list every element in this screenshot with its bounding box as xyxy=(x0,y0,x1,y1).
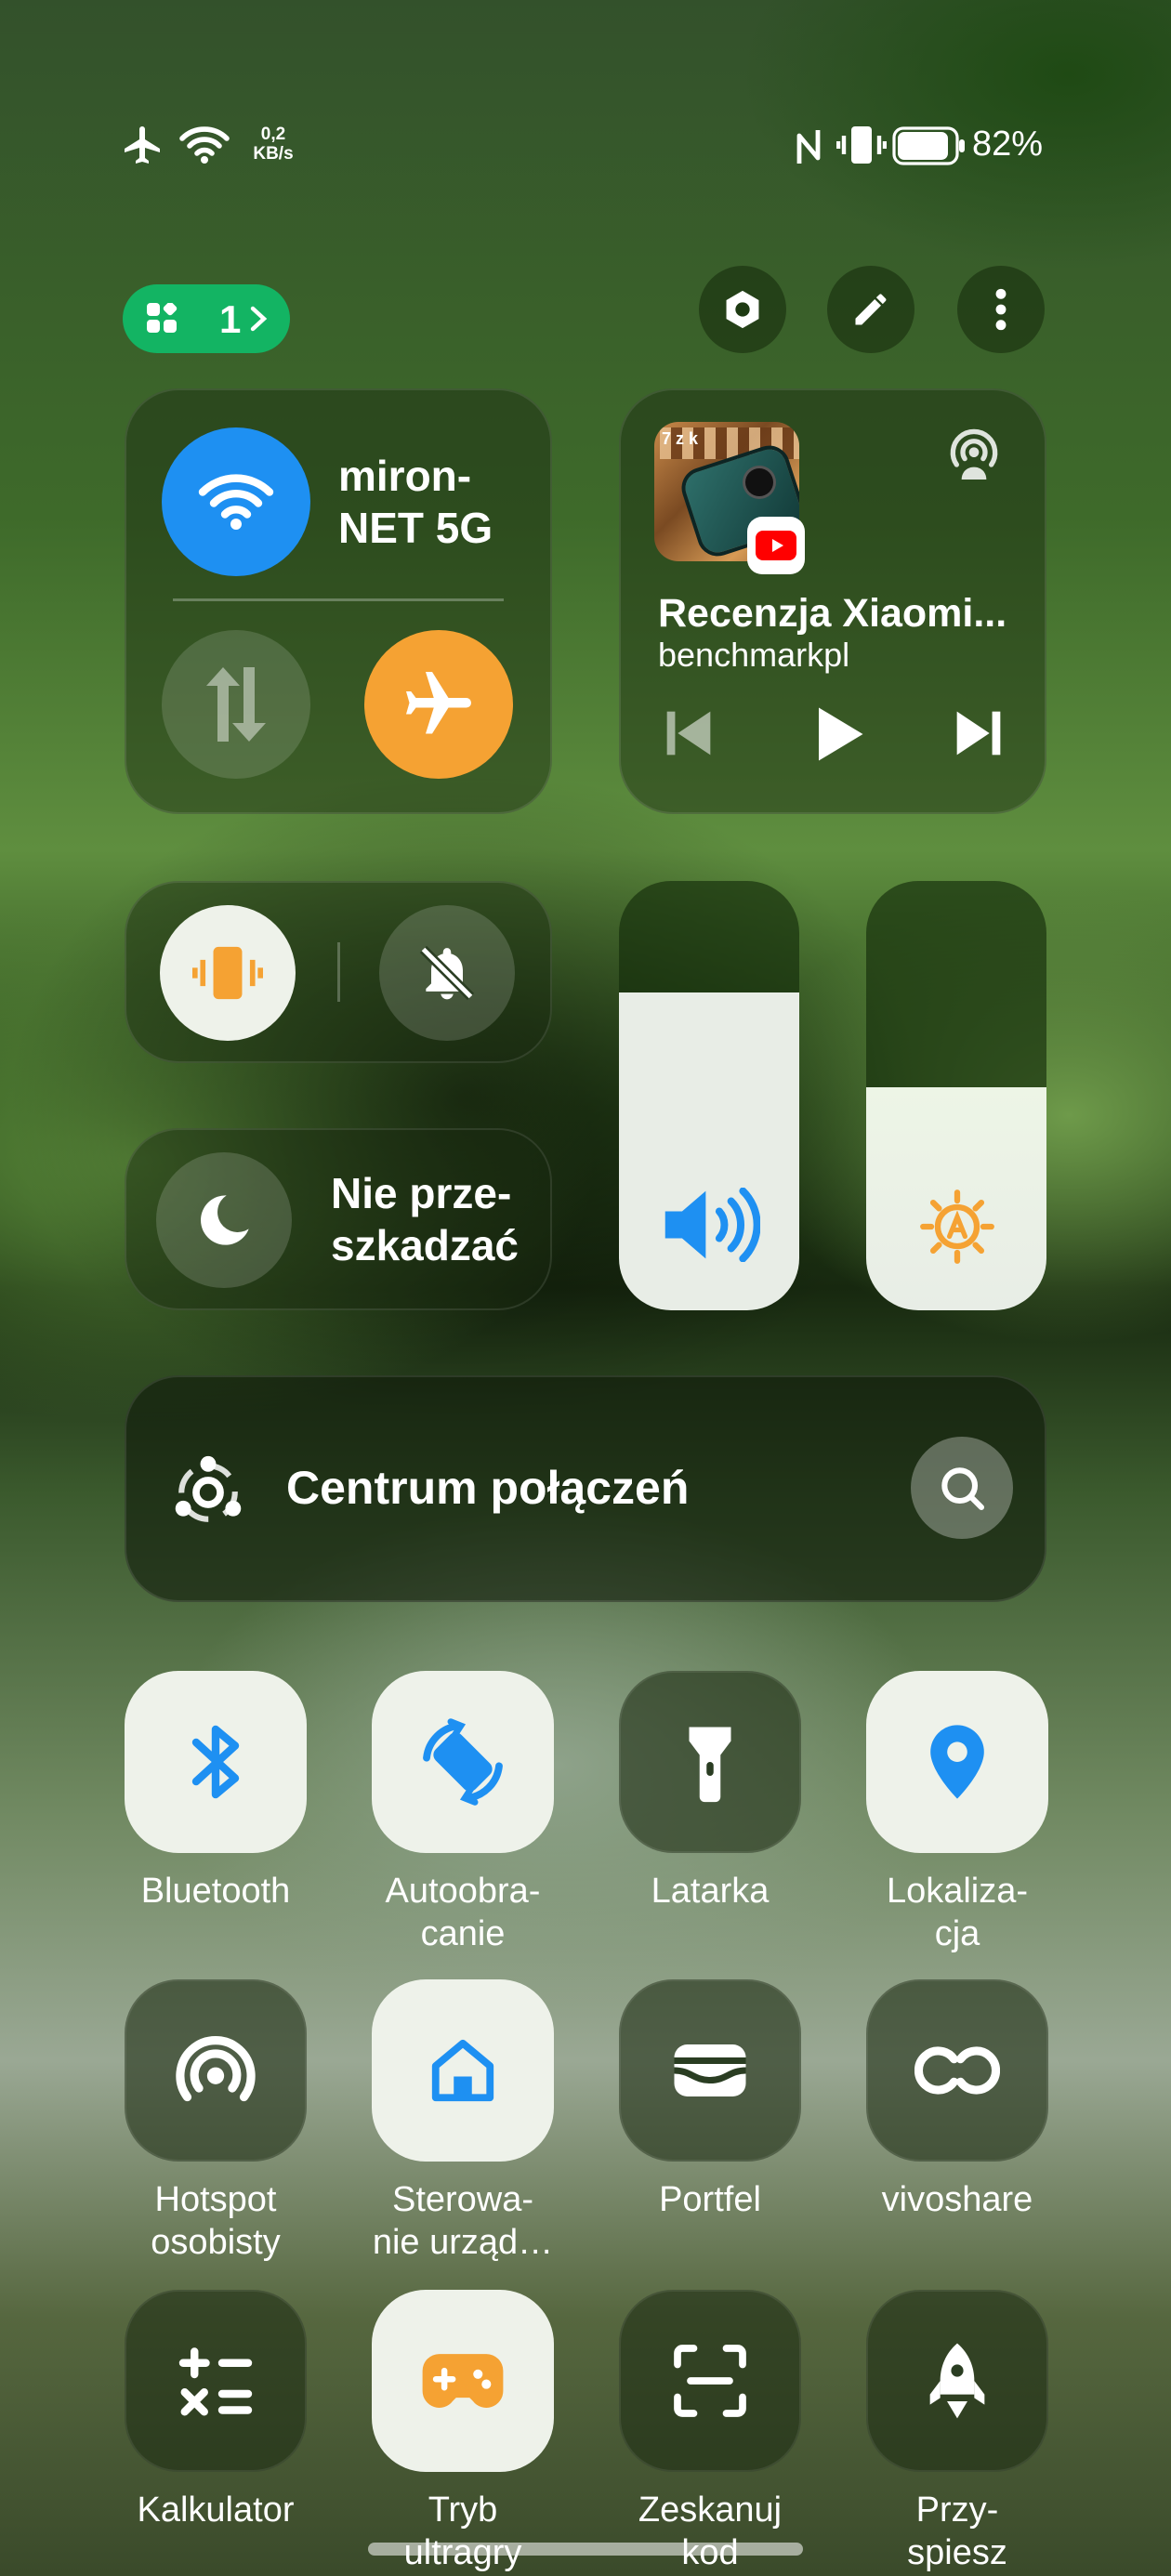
grid-icon xyxy=(147,303,178,333)
scan-code-label: Zeskanuj kod xyxy=(638,2491,783,2572)
next-button[interactable] xyxy=(946,701,1011,766)
volume-slider[interactable] xyxy=(619,881,799,1310)
bell-off-icon xyxy=(419,945,475,1001)
flashlight-tile[interactable] xyxy=(619,1671,801,1853)
bluetooth-label: Bluetooth xyxy=(140,1872,291,1911)
brightness-slider[interactable] xyxy=(866,881,1046,1310)
home-icon xyxy=(431,2039,494,2102)
media-artist: benchmarkpl xyxy=(658,636,850,674)
media-player-card: 7 z k Recenzja Xiaomi... benchmarkpl xyxy=(619,388,1046,814)
hotspot-icon xyxy=(176,2036,256,2102)
wifi-icon xyxy=(179,126,230,164)
location-label: Lokaliza- cja xyxy=(886,1872,1029,1953)
play-button[interactable] xyxy=(801,699,872,769)
wallet-tile[interactable] xyxy=(619,1979,801,2162)
calculator-label: Kalkulator xyxy=(137,2491,295,2530)
flashlight-label: Latarka xyxy=(651,1872,770,1911)
airplane-mode-toggle[interactable] xyxy=(364,630,513,779)
wifi-icon xyxy=(198,474,274,530)
wallet-icon xyxy=(674,2044,746,2096)
device-control-label: Sterowa- nie urząd… xyxy=(372,2180,554,2262)
airplane-icon xyxy=(125,126,160,164)
status-bar: 0,2 KB/s 82% xyxy=(0,112,1171,186)
mute-toggle[interactable] xyxy=(379,905,515,1041)
wallet-label: Portfel xyxy=(659,2180,761,2219)
moon-icon xyxy=(201,1195,249,1245)
more-icon xyxy=(995,288,1007,331)
hotspot-label: Hotspot osobisty xyxy=(151,2180,281,2262)
previous-button[interactable] xyxy=(656,701,721,766)
battery-percent: 82% xyxy=(972,125,1044,164)
auto-rotate-icon xyxy=(423,1718,503,1806)
cast-icon[interactable] xyxy=(944,427,1004,487)
dnd-label: Nie prze- szkadzać xyxy=(331,1169,520,1269)
auto-rotate-label: Autoobra- canie xyxy=(385,1872,541,1953)
more-options-button[interactable] xyxy=(957,266,1045,353)
youtube-icon xyxy=(756,531,796,560)
rocket-icon xyxy=(929,2343,985,2419)
vivoshare-label: vivoshare xyxy=(881,2180,1033,2219)
airplane-icon xyxy=(406,672,471,734)
game-mode-tile[interactable] xyxy=(372,2290,554,2472)
vivoshare-icon xyxy=(914,2046,1000,2095)
home-indicator[interactable] xyxy=(368,2543,803,2556)
flashlight-icon xyxy=(689,1727,731,1803)
vibrate-icon xyxy=(836,126,887,164)
sound-mode-card xyxy=(125,881,552,1063)
edit-icon xyxy=(855,294,887,325)
wifi-network-name[interactable]: miron- NET 5G xyxy=(338,450,493,554)
network-card: miron- NET 5G xyxy=(125,388,552,814)
boost-label: Przy- spiesz xyxy=(907,2491,1007,2572)
volume-icon xyxy=(664,1188,760,1262)
mobile-data-toggle[interactable] xyxy=(162,630,310,779)
search-button[interactable] xyxy=(911,1437,1013,1539)
divider xyxy=(173,598,504,601)
do-not-disturb-card[interactable]: Nie prze- szkadzać xyxy=(125,1128,552,1310)
bluetooth-icon xyxy=(191,1725,240,1799)
settings-icon xyxy=(726,290,759,329)
location-tile[interactable] xyxy=(866,1671,1048,1853)
scan-code-tile[interactable] xyxy=(619,2290,801,2472)
settings-button[interactable] xyxy=(699,266,786,353)
connection-center-bar[interactable]: Centrum połączeń xyxy=(125,1375,1046,1602)
volume-fill xyxy=(619,992,799,1310)
vibrate-toggle[interactable] xyxy=(160,905,296,1041)
dnd-toggle[interactable] xyxy=(156,1152,292,1288)
hotspot-tile[interactable] xyxy=(125,1979,307,2162)
media-title: Recenzja Xiaomi... xyxy=(658,591,1007,636)
thumbnail-caption: 7 z k xyxy=(662,429,699,448)
network-speed-unit: KB/s xyxy=(253,144,294,164)
vibrate-icon xyxy=(192,946,263,1000)
search-icon xyxy=(941,1467,985,1511)
nfc-icon xyxy=(796,130,821,164)
game-mode-label: Tryb ultragry xyxy=(404,2491,522,2572)
calculator-icon xyxy=(178,2347,253,2416)
boost-tile[interactable] xyxy=(866,2290,1048,2472)
vivoshare-tile[interactable] xyxy=(866,1979,1048,2162)
gamepad-icon xyxy=(422,2354,504,2408)
bluetooth-tile[interactable] xyxy=(125,1671,307,1853)
page-number: 1 xyxy=(219,297,242,341)
battery-icon xyxy=(892,126,965,165)
location-icon xyxy=(930,1725,984,1799)
auto-brightness-icon xyxy=(920,1189,994,1264)
calculator-tile[interactable] xyxy=(125,2290,307,2472)
youtube-badge xyxy=(747,517,805,574)
divider xyxy=(337,942,340,1002)
chevron-right-icon xyxy=(250,306,268,332)
device-control-tile[interactable] xyxy=(372,1979,554,2162)
mobile-data-icon xyxy=(206,667,266,742)
edit-button[interactable] xyxy=(827,266,914,353)
scan-icon xyxy=(674,2345,746,2417)
connection-center-icon xyxy=(175,1455,242,1522)
auto-rotate-tile[interactable] xyxy=(372,1671,554,1853)
page-indicator-badge[interactable]: 1 xyxy=(123,284,290,353)
network-speed-value: 0,2 xyxy=(260,125,286,144)
connection-center-label: Centrum połączeń xyxy=(286,1462,690,1514)
wifi-toggle[interactable] xyxy=(162,427,310,576)
